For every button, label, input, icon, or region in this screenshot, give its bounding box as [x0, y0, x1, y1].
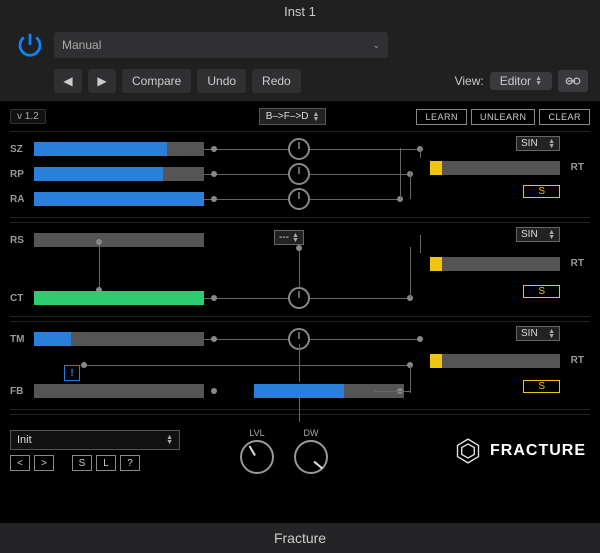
power-button[interactable] [12, 27, 48, 63]
routing-select[interactable]: B–>F–>D ▲▼ [259, 108, 327, 125]
param-label-rp: RP [10, 169, 34, 180]
preset-mode-select[interactable]: Manual ⌄ [54, 32, 388, 58]
param-label-tm: TM [10, 334, 34, 345]
updown-icon: ▲▼ [292, 233, 299, 243]
wave-value: SIN [521, 138, 538, 149]
mid-sel-value: --- [279, 232, 289, 243]
rt-label: RT [571, 355, 584, 366]
compare-button[interactable]: Compare [122, 69, 191, 93]
sec1-wave-select[interactable]: SIN ▲▼ [516, 136, 560, 151]
sz-mod-knob[interactable] [288, 138, 310, 160]
view-value: Editor [500, 74, 531, 88]
param-label-sz: SZ [10, 144, 34, 155]
updown-icon: ▲▼ [548, 329, 555, 339]
preset-save-button[interactable]: S [72, 455, 92, 471]
rs-slider[interactable] [34, 233, 204, 247]
routing-value: B–>F–>D [266, 111, 309, 122]
param-label-ct: CT [10, 293, 34, 304]
rt-label: RT [571, 162, 584, 173]
preset-load-button[interactable]: L [96, 455, 116, 471]
sec1-rate-slider[interactable] [430, 161, 560, 175]
bang-button[interactable]: ! [64, 365, 80, 381]
unlearn-button[interactable]: UNLEARN [471, 109, 536, 125]
wave-value: SIN [521, 229, 538, 240]
fb-slider[interactable] [34, 384, 204, 398]
rt-label: RT [571, 258, 584, 269]
dw-label: DW [304, 428, 319, 438]
plugin-panel: v 1.2 B–>F–>D ▲▼ LEARN UNLEARN CLEAR SZ … [0, 102, 600, 522]
sec2-mid-select[interactable]: --- ▲▼ [274, 230, 304, 245]
sec3-rate-slider[interactable] [430, 354, 560, 368]
ct-slider[interactable] [34, 291, 204, 305]
sec2-wave-select[interactable]: SIN ▲▼ [516, 227, 560, 242]
brand-text: FRACTURE [490, 442, 586, 460]
preset-mode-label: Manual [62, 38, 101, 52]
updown-icon: ▲▼ [548, 139, 555, 149]
sec1-sync-button[interactable]: S [523, 185, 560, 198]
sz-slider[interactable] [34, 142, 204, 156]
param-label-fb: FB [10, 386, 34, 397]
prev-preset-button[interactable]: ◀ [54, 69, 82, 93]
rp-slider[interactable] [34, 167, 204, 181]
brand-icon [454, 437, 482, 465]
preset-select[interactable]: Init ▲▼ [10, 430, 180, 450]
updown-icon: ▲▼ [548, 230, 555, 240]
sec3-wave-select[interactable]: SIN ▲▼ [516, 326, 560, 341]
next-preset-button[interactable]: ▶ [88, 69, 116, 93]
drywet-knob[interactable] [294, 440, 328, 474]
updown-icon: ▲▼ [166, 435, 173, 445]
tm-slider[interactable] [34, 332, 204, 346]
preset-name: Init [17, 434, 32, 446]
view-label: View: [455, 74, 484, 88]
footer-title: Fracture [0, 522, 600, 553]
preset-prev-button[interactable]: < [10, 455, 30, 471]
rp-mod-knob[interactable] [288, 163, 310, 185]
redo-button[interactable]: Redo [252, 69, 301, 93]
chevron-down-icon: ⌄ [372, 40, 380, 51]
ra-mod-knob[interactable] [288, 188, 310, 210]
ct-mod-knob[interactable] [288, 287, 310, 309]
delay-section: TM ! FB [10, 321, 590, 410]
undo-button[interactable]: Undo [197, 69, 246, 93]
updown-icon: ▲▼ [535, 76, 542, 86]
sec2-sync-button[interactable]: S [523, 285, 560, 298]
sec3-sync-button[interactable]: S [523, 380, 560, 393]
filter-section: RS --- ▲▼ CT [10, 222, 590, 317]
learn-button[interactable]: LEARN [416, 109, 467, 125]
view-select[interactable]: Editor ▲▼ [490, 72, 552, 90]
preset-help-button[interactable]: ? [120, 455, 140, 471]
param-label-ra: RA [10, 194, 34, 205]
instrument-title: Inst 1 [0, 0, 600, 25]
sec2-rate-slider[interactable] [430, 257, 560, 271]
ra-slider[interactable] [34, 192, 204, 206]
clear-button[interactable]: CLEAR [539, 109, 590, 125]
preset-next-button[interactable]: > [34, 455, 54, 471]
updown-icon: ▲▼ [313, 112, 320, 122]
lvl-label: LVL [249, 428, 264, 438]
wave-value: SIN [521, 328, 538, 339]
buffer-section: SZ RP RA [10, 131, 590, 218]
link-button[interactable] [558, 70, 588, 92]
level-knob[interactable] [240, 440, 274, 474]
version-label: v 1.2 [10, 109, 46, 124]
param-label-rs: RS [10, 235, 34, 246]
